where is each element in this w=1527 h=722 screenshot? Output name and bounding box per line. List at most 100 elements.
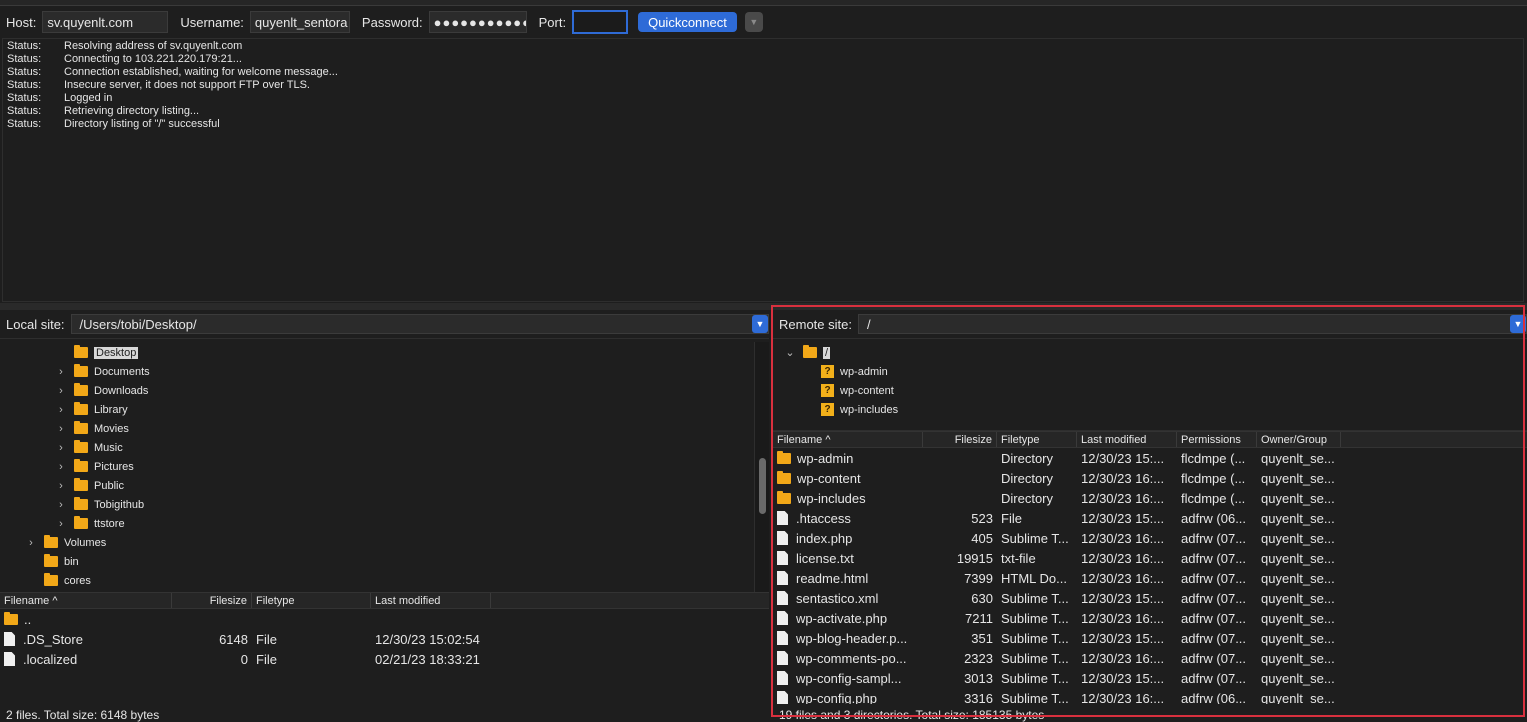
tree-item-ttstore[interactable]: › ttstore: [54, 514, 125, 533]
tree-item-pictures[interactable]: › Pictures: [54, 457, 134, 476]
table-row[interactable]: wp-comments-po... 2323 Sublime T... 12/30/2…: [773, 648, 1527, 668]
password-input[interactable]: ●●●●●●●●●●●: [428, 11, 527, 33]
table-row[interactable]: index.php 405 Sublime T... 12/30/23 16:... a…: [773, 528, 1527, 548]
tree-item-label: bin: [64, 555, 79, 568]
tree-item-music[interactable]: › Music: [54, 438, 123, 457]
host-input[interactable]: sv.quyenlt.com: [42, 11, 169, 33]
tree-item-label: Movies: [94, 422, 129, 435]
file-type: Sublime T...: [1001, 610, 1069, 626]
file-modified: 12/30/23 15:...: [1081, 590, 1165, 606]
col-header-filename[interactable]: Filename ^: [773, 432, 923, 447]
folder-icon: [777, 450, 791, 464]
sort-ascending-icon: ^: [52, 595, 58, 607]
local-tree-scrollbar[interactable]: [754, 342, 769, 592]
table-row[interactable]: sentastico.xml 630 Sublime T... 12/30/23 15…: [773, 588, 1527, 608]
col-header-filesize[interactable]: Filesize: [172, 593, 252, 608]
table-row[interactable]: .localized 0 File 02/21/23 18:33:21: [0, 649, 769, 669]
table-row[interactable]: license.txt 19915 txt-file 12/30/23 16:... a…: [773, 548, 1527, 568]
file-modified: 12/30/23 16:...: [1081, 650, 1165, 666]
remote-tree-item[interactable]: ? wp-includes: [821, 400, 898, 419]
folder-icon: [74, 440, 88, 453]
log-entry-message: Directory listing of "/" successful: [64, 118, 220, 130]
local-site-bar: Local site: /Users/tobi/Desktop/ ▼: [0, 310, 769, 338]
tree-item-cores[interactable]: cores: [24, 571, 91, 590]
table-row[interactable]: .DS_Store 6148 File 12/30/23 15:02:54: [0, 629, 769, 649]
col-header-filesize[interactable]: Filesize: [923, 432, 997, 447]
folder-icon: [74, 459, 88, 472]
file-icon: [4, 652, 15, 666]
chevron-right-icon[interactable]: ›: [54, 518, 68, 530]
chevron-right-icon[interactable]: ›: [54, 480, 68, 492]
table-row[interactable]: wp-blog-header.p... 351 Sublime T... 12/30/…: [773, 628, 1527, 648]
col-header-last-modified[interactable]: Last modified: [1077, 432, 1177, 447]
table-row[interactable]: ..: [0, 609, 769, 629]
tree-item-desktop[interactable]: Desktop: [54, 343, 139, 362]
file-icon: [777, 671, 788, 685]
remote-tree-item[interactable]: ? wp-content: [821, 381, 894, 400]
file-size: 523: [971, 510, 993, 526]
col-header-filetype[interactable]: Filetype: [997, 432, 1077, 447]
chevron-down-icon[interactable]: ▼: [752, 315, 768, 333]
chevron-right-icon[interactable]: ›: [54, 461, 68, 473]
file-type: Directory: [1001, 470, 1054, 486]
table-row[interactable]: wp-includes Directory 12/30/23 16:... flcdm…: [773, 488, 1527, 508]
username-input[interactable]: quyenlt_sentora: [249, 11, 350, 33]
host-label: Host:: [6, 14, 37, 30]
tree-item-downloads[interactable]: › Downloads: [54, 381, 148, 400]
password-label: Password:: [361, 14, 423, 30]
table-row[interactable]: readme.html 7399 HTML Do... 12/30/23 16:...…: [773, 568, 1527, 588]
table-row[interactable]: wp-admin Directory 12/30/23 15:... flcdmpe …: [773, 448, 1527, 468]
local-path-input[interactable]: /Users/tobi/Desktop/ ▼: [70, 314, 769, 334]
remote-tree-item[interactable]: ⌄ /: [783, 343, 831, 362]
chevron-right-icon[interactable]: ›: [54, 423, 68, 435]
quickconnect-button[interactable]: Quickconnect: [638, 12, 737, 32]
scrollbar-thumb[interactable]: [759, 458, 766, 514]
tree-item-tobigithub[interactable]: › Tobigithub: [54, 495, 144, 514]
tree-item-volumes[interactable]: › Volumes: [24, 533, 106, 552]
tree-item-movies[interactable]: › Movies: [54, 419, 129, 438]
pane-splitter[interactable]: [0, 303, 1527, 310]
table-row[interactable]: wp-config-sampl... 3013 Sublime T... 12/30/…: [773, 668, 1527, 688]
chevron-right-icon[interactable]: ›: [24, 537, 38, 549]
col-header-owner-group[interactable]: Owner/Group: [1257, 432, 1341, 447]
table-row[interactable]: wp-content Directory 12/30/23 16:... flcdmp…: [773, 468, 1527, 488]
col-header-permissions[interactable]: Permissions: [1177, 432, 1257, 447]
chevron-right-icon[interactable]: ›: [54, 442, 68, 454]
tree-item-library[interactable]: › Library: [54, 400, 128, 419]
chevron-right-icon[interactable]: ›: [54, 499, 68, 511]
log-entry-message: Insecure server, it does not support FTP…: [64, 79, 310, 91]
file-owner: quyenlt_se...: [1261, 470, 1335, 486]
file-icon: [777, 511, 788, 525]
col-header-last-modified[interactable]: Last modified: [371, 593, 491, 608]
folder-icon: [777, 490, 791, 504]
file-permissions: adfrw (07...: [1181, 630, 1247, 646]
file-modified: 12/30/23 16:...: [1081, 530, 1165, 546]
file-size: 7211: [965, 610, 993, 626]
tree-item-bin[interactable]: bin: [24, 552, 79, 571]
tree-item-label: ttstore: [94, 517, 125, 530]
file-owner: quyenlt_se...: [1261, 450, 1335, 466]
tree-item-documents[interactable]: › Documents: [54, 362, 150, 381]
col-header-filetype[interactable]: Filetype: [252, 593, 371, 608]
tree-item-public[interactable]: › Public: [54, 476, 124, 495]
quickconnect-history-dropdown[interactable]: ▼: [744, 12, 763, 32]
folder-icon: [74, 516, 88, 529]
file-icon: [777, 611, 788, 625]
table-row[interactable]: wp-activate.php 7211 Sublime T... 12/30/23 …: [773, 608, 1527, 628]
chevron-down-icon[interactable]: ⌄: [783, 346, 797, 359]
local-file-list-header: Filename ^ Filesize Filetype Last modifi…: [0, 592, 769, 609]
table-row[interactable]: .htaccess 523 File 12/30/23 15:... adfrw (06…: [773, 508, 1527, 528]
folder-icon: [74, 421, 88, 434]
log-entry-type: Status:: [7, 105, 42, 117]
chevron-right-icon[interactable]: ›: [54, 385, 68, 397]
file-permissions: adfrw (07...: [1181, 650, 1247, 666]
chevron-right-icon[interactable]: ›: [54, 366, 68, 378]
port-input[interactable]: [572, 10, 629, 34]
table-row[interactable]: wp-config.php 3316 Sublime T... 12/30/23 16…: [773, 688, 1527, 704]
log-entry: Status: Retrieving directory listing...: [3, 105, 1523, 118]
chevron-down-icon[interactable]: ▼: [1510, 315, 1526, 333]
remote-path-input[interactable]: / ▼: [857, 314, 1527, 334]
remote-tree-item[interactable]: ? wp-admin: [821, 362, 888, 381]
chevron-right-icon[interactable]: ›: [54, 404, 68, 416]
col-header-filename[interactable]: Filename ^: [0, 593, 172, 608]
